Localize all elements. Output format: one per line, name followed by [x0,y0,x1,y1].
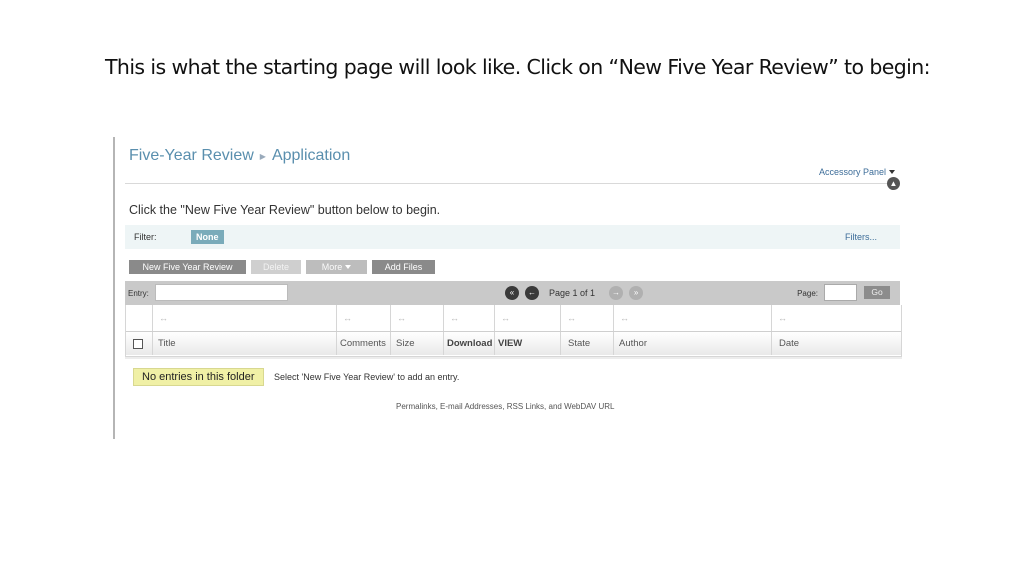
page-number-input[interactable] [824,284,857,301]
select-all-cell [126,332,152,355]
accessory-panel-toggle[interactable]: Accessory Panel [819,167,895,177]
filters-link[interactable]: Filters... [845,232,877,242]
resize-handle-icon[interactable]: ↔ [771,305,901,331]
column-header-state[interactable]: State [560,332,613,355]
column-header-view[interactable]: VIEW [494,332,560,355]
column-header-download[interactable]: Download [443,332,494,355]
page-info: Page 1 of 1 [549,288,596,298]
pager-nav: « ← Page 1 of 1 → » [505,286,644,300]
first-page-icon[interactable]: « [505,286,519,300]
previous-page-icon[interactable]: ← [525,286,539,300]
caret-down-icon [889,170,895,174]
page-label: Page: [797,289,818,298]
resize-handle-icon[interactable]: ↔ [560,305,613,331]
pager-bar: Entry: « ← Page 1 of 1 → » Page: Go [125,281,900,305]
column-resize-row: ↔ ↔ ↔ ↔ ↔ ↔ ↔ ↔ [126,305,901,331]
grid-footer-divider [125,357,902,359]
caret-down-icon [345,265,352,269]
resize-handle-icon[interactable]: ↔ [613,305,771,331]
entry-label: Entry: [128,289,149,298]
action-toolbar: New Five Year Review Delete More Add Fil… [129,260,435,274]
empty-hint-text: Select 'New Five Year Review' to add an … [274,372,460,382]
filter-value-badge[interactable]: None [191,230,224,244]
column-header-row: Title Comments Size Download VIEW State … [126,331,901,355]
new-five-year-review-button[interactable]: New Five Year Review [129,260,246,274]
more-label: More [321,262,343,272]
no-entries-badge: No entries in this folder [133,368,264,386]
filter-bar: Filter: None Filters... [125,225,900,249]
breadcrumb-root-link[interactable]: Five-Year Review [129,147,254,165]
next-page-icon[interactable]: → [609,286,624,300]
permalinks-link[interactable]: Permalinks, E-mail Addresses, RSS Links,… [396,402,614,411]
intro-text: Click the "New Five Year Review" button … [129,203,441,217]
add-files-button[interactable]: Add Files [372,260,435,274]
resize-handle-icon[interactable]: ↔ [152,305,336,331]
slide-caption: This is what the starting page will look… [105,55,931,79]
filter-label: Filter: [134,232,157,242]
breadcrumb: Five-Year Review ▶ Application [129,147,350,165]
last-page-icon[interactable]: » [629,286,644,300]
resize-handle-icon[interactable]: ↔ [390,305,443,331]
accessory-panel-label: Accessory Panel [818,167,886,177]
breadcrumb-separator-icon: ▶ [259,151,266,161]
more-button[interactable]: More [306,260,367,274]
embedded-screenshot: Five-Year Review ▶ Application Accessory… [115,137,905,437]
go-button[interactable]: Go [864,286,890,299]
collapse-up-icon[interactable]: ▲ [887,177,900,190]
entries-grid: ↔ ↔ ↔ ↔ ↔ ↔ ↔ ↔ Title Comments Size Down… [125,305,902,357]
resize-handle-icon[interactable]: ↔ [494,305,560,331]
breadcrumb-current: Application [271,147,351,164]
column-header-date[interactable]: Date [771,332,901,355]
column-header-comments[interactable]: Comments [336,332,390,355]
select-all-checkbox[interactable] [133,338,143,349]
resize-handle-icon[interactable]: ↔ [443,305,494,331]
column-header-size[interactable]: Size [390,332,443,355]
delete-button[interactable]: Delete [251,260,301,274]
resize-cell [126,305,152,331]
entry-input[interactable] [155,284,288,301]
header-divider [125,183,900,184]
resize-handle-icon[interactable]: ↔ [336,305,390,331]
column-header-title[interactable]: Title [152,332,336,355]
column-header-author[interactable]: Author [613,332,771,355]
